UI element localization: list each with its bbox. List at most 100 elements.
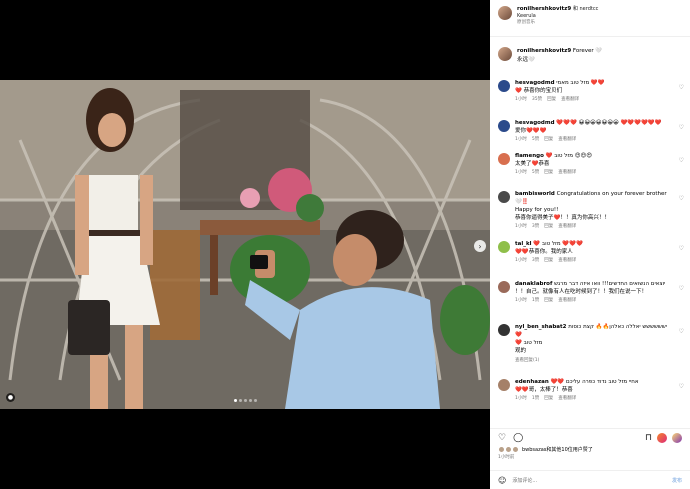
comment-time: 1小时 (515, 96, 527, 102)
comment-likes[interactable]: 5赞 (532, 170, 539, 177)
comment-text: ❤️ מזל טוב 😍😍😍 (545, 153, 592, 159)
likes-text[interactable]: bwbsazas和其他10位用户赞了 (522, 446, 593, 453)
commenter-avatar[interactable] (498, 153, 510, 165)
comment-item: nyl_ben_shabat2 ישששששש יאללה כאלהן🔥🔥 קצ… (490, 324, 690, 379)
commenter-avatar[interactable] (498, 80, 510, 92)
comment-like-icon[interactable]: ♡ (679, 195, 684, 202)
carousel-dots (0, 399, 490, 402)
comment-likes[interactable]: 35赞 (532, 97, 542, 104)
comment-like-icon[interactable]: ♡ (679, 157, 684, 164)
carousel-dot (238, 399, 242, 402)
commenter-avatar[interactable] (498, 379, 510, 391)
media-area: › ● (0, 0, 490, 489)
liker-avatar (498, 446, 505, 453)
reply-button[interactable]: 回复 (544, 170, 553, 177)
comment-item: flamengo ❤️ מזל טוב 😍😍😍 太美了❤️恭喜 1小时 5赞 回复 查看翻… (490, 153, 690, 191)
comment-translation: 观的 (515, 347, 527, 354)
see-translation-button[interactable]: 查看翻译 (558, 258, 576, 265)
comment-text: מזל טוב מאמי ❤️❤️ (556, 80, 605, 86)
comment-like-icon[interactable]: ♡ (679, 328, 684, 335)
see-translation-button[interactable]: 查看翻译 (558, 298, 576, 305)
comment-input[interactable]: 添加评论... (512, 477, 537, 484)
see-translation-button[interactable]: 查看翻译 (558, 170, 576, 177)
post-photo: › ● (0, 80, 490, 409)
action-bar: ♡ ◯ ⊓ bwbsazas和其他10位用户赞了 1小时前 (490, 428, 690, 460)
comment-translation: ！！自己。就像有人在吃时候到了！！我们在说一下！ (515, 288, 648, 295)
author-avatar[interactable] (498, 6, 512, 20)
comment-like-icon[interactable]: ♡ (679, 245, 684, 252)
commenter-username[interactable]: hesvagodmd (515, 120, 555, 126)
reply-button[interactable]: 回复 (547, 97, 556, 104)
reply-button[interactable]: 回复 (544, 137, 553, 144)
commenter-username[interactable]: bambisworld (515, 191, 555, 197)
carousel-next-button[interactable]: › (474, 240, 486, 252)
comment-item: hesvagodmd ❤️❤️❤️ 😀😀😀😀😀😀😀 ❤️❤️❤️❤️❤️❤️ 爱你… (490, 120, 690, 153)
see-replies-button[interactable]: 查看回复(1) (515, 358, 672, 365)
bookmark-icon[interactable]: ⊓ (645, 433, 652, 443)
commenter-avatar[interactable] (498, 191, 510, 203)
caption-avatar[interactable] (498, 47, 512, 61)
commenter-avatar[interactable] (498, 281, 510, 293)
liker-avatar (512, 446, 519, 453)
comment-time: 1小时 (515, 136, 527, 142)
comment-item: tal_kl ❤️ מזל טוב ❤️❤️❤️ ❤️❤️恭喜你。我的家人 1小时 3… (490, 241, 690, 281)
see-translation-button[interactable]: 查看翻译 (561, 97, 579, 104)
commenter-username[interactable]: nyl_ben_shabat2 (515, 324, 566, 330)
post-comment-button[interactable]: 发布 (672, 477, 682, 484)
author-username[interactable]: ronilhershkovitz9 (517, 6, 571, 12)
comment-time: 1小时 (515, 257, 527, 263)
post-header: ronilhershkovitz9 和 nerdtcc Keerula 原创音乐 (490, 0, 690, 37)
comment-time: 1小时 (515, 169, 527, 175)
comment-translation: ❤️❤️恭喜你。我的家人 (515, 248, 573, 255)
comment-like-icon[interactable]: ♡ (679, 124, 684, 131)
comment-likes[interactable]: 5赞 (532, 137, 539, 144)
reply-button[interactable]: 回复 (544, 396, 553, 403)
emoji-icon[interactable]: ☺ (498, 476, 506, 485)
comment-text: ❤️❤️❤️ 😀😀😀😀😀😀😀 ❤️❤️❤️❤️❤️❤️ (556, 120, 662, 126)
user-tag-icon[interactable]: ● (6, 393, 15, 402)
commenter-avatar[interactable] (498, 324, 510, 336)
comment-text: ❤️ מזל טוב ❤️❤️❤️ (533, 241, 583, 247)
commenter-username[interactable]: hesvagodmd (515, 80, 555, 86)
likes-summary[interactable]: bwbsazas和其他10位用户赞了 (498, 446, 682, 453)
comment-likes[interactable]: 3赞 (532, 224, 539, 231)
carousel-dot (248, 399, 252, 402)
add-comment-bar: ☺ 添加评论... 发布 (490, 470, 690, 489)
commenter-avatar[interactable] (498, 241, 510, 253)
comment-item: hesvagodmd מזל טוב מאמי ❤️❤️ ❤️ 恭喜你的宝贝们 1小… (490, 80, 690, 120)
reply-button[interactable]: 回复 (544, 298, 553, 305)
post-time: 1小时前 (498, 455, 515, 460)
comment-time: 1小时 (515, 297, 527, 303)
comment-text-line2: Happy for you!! (515, 206, 559, 213)
see-translation-button[interactable]: 查看翻译 (558, 224, 576, 231)
comment-translation: 爱你❤️❤️❤️ (515, 127, 547, 134)
comment-time: 1小时 (515, 223, 527, 229)
commenter-username[interactable]: edenhazan (515, 379, 549, 385)
comment-like-icon[interactable]: ♡ (679, 84, 684, 91)
commenter-username[interactable]: tal_kl (515, 241, 532, 247)
comment-likes[interactable]: 3赞 (532, 258, 539, 265)
caption-text: Forever 🤍 (572, 48, 603, 54)
post-caption: ronilhershkovitz9 Forever 🤍 永远🤍 (490, 40, 690, 80)
comment-like-icon[interactable]: ♡ (679, 285, 684, 292)
commenter-username[interactable]: flamengo (515, 153, 544, 159)
comment-likes[interactable]: 1赞 (532, 396, 539, 403)
commenter-avatar[interactable] (498, 120, 510, 132)
audio-label[interactable]: 原创音乐 (517, 20, 598, 26)
heart-icon[interactable]: ♡ (498, 433, 506, 443)
comments-list[interactable]: ronilhershkovitz9 Forever 🤍 永远🤍 hesvagod… (490, 40, 690, 425)
see-translation-button[interactable]: 查看翻译 (558, 396, 576, 403)
collab-avatar-2[interactable] (672, 433, 682, 443)
commenter-username[interactable]: danaklabrof (515, 281, 552, 287)
reply-button[interactable]: 回复 (544, 224, 553, 231)
collab-avatar-1[interactable] (657, 433, 667, 443)
comment-likes[interactable]: 1赞 (532, 298, 539, 305)
comment-icon[interactable]: ◯ (513, 433, 523, 443)
comment-text: יוצאים הנשואים החדשים!!! וואו איזה דבר מ… (554, 281, 666, 287)
caption-username[interactable]: ronilhershkovitz9 (517, 48, 571, 54)
reply-button[interactable]: 回复 (544, 258, 553, 265)
comment-like-icon[interactable]: ♡ (679, 383, 684, 390)
collab-text[interactable]: 和 nerdtcc (573, 6, 598, 12)
see-translation-button[interactable]: 查看翻译 (558, 137, 576, 144)
comment-translation: 太美了❤️恭喜 (515, 160, 550, 167)
